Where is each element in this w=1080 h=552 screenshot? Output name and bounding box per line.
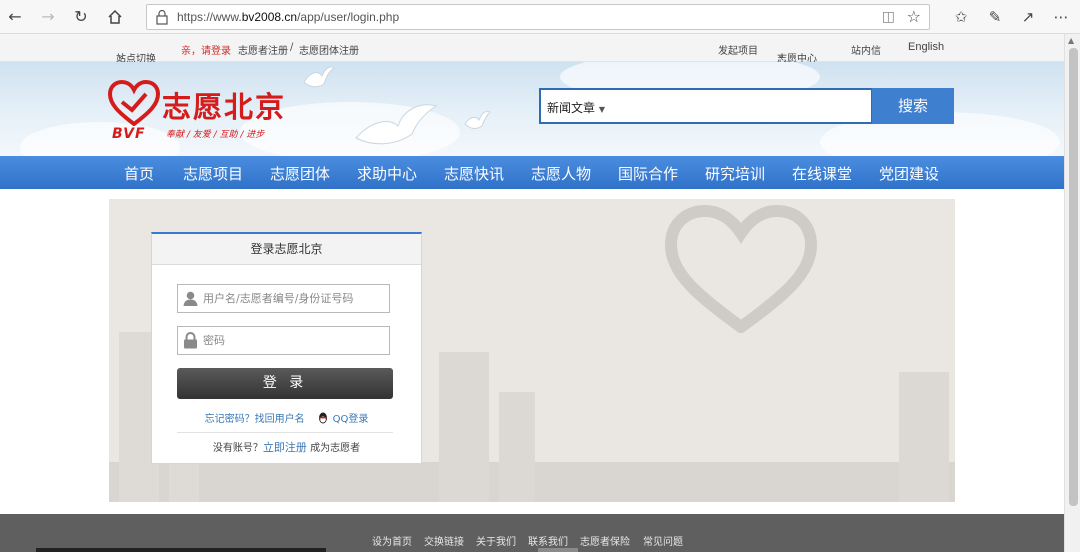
forward-icon[interactable]: → xyxy=(37,6,59,28)
search-button[interactable]: 搜索 xyxy=(872,88,954,124)
volunteer-register-link[interactable]: 志愿者注册 xyxy=(238,42,288,57)
footer-link-contact[interactable]: 联系我们 xyxy=(528,533,568,548)
logo-bvf: BVF xyxy=(112,126,146,142)
login-prompt-link[interactable]: 亲，请登录 xyxy=(181,42,231,57)
login-panel: 登录志愿北京 登 录 忘记密码？找回用户名 QQ登录 没有账号？立即注册 成为志 xyxy=(151,232,422,464)
login-content-area: 登录志愿北京 登 录 忘记密码？找回用户名 QQ登录 没有账号？立即注册 成为志 xyxy=(109,199,955,502)
nav-item-help-center[interactable]: 求助中心 xyxy=(357,163,417,184)
back-icon[interactable]: ← xyxy=(4,6,26,28)
register-prompt: 没有账号？立即注册 成为志愿者 xyxy=(212,441,361,454)
favorites-icon[interactable]: ✩ xyxy=(950,6,972,28)
address-bar[interactable]: https://www.bv2008.cn/app/user/login.php… xyxy=(146,4,930,30)
search-category-select[interactable]: 新闻文章 ▼ xyxy=(547,99,605,116)
topbar-separator: / xyxy=(290,42,294,53)
inbox-link[interactable]: 站内信 xyxy=(851,42,881,57)
lock-icon xyxy=(155,9,171,25)
search-box[interactable]: 新闻文章 ▼ xyxy=(539,88,873,124)
find-username-link[interactable]: 找回用户名 xyxy=(255,414,305,425)
password-input[interactable] xyxy=(203,330,387,351)
lock-icon xyxy=(182,332,199,349)
logo-heart-icon xyxy=(108,80,160,126)
pen-icon[interactable]: ✎ xyxy=(984,6,1006,28)
url-text: https://www.bv2008.cn/app/user/login.php xyxy=(177,10,400,24)
scroll-thumb[interactable] xyxy=(1069,48,1078,506)
login-button[interactable]: 登 录 xyxy=(177,368,393,399)
footer: 设为首页 交换链接 关于我们 联系我们 志愿者保险 常见问题 xyxy=(0,514,1064,552)
site-topbar: 站点切换 ⌄ 亲，请登录 志愿者注册 / 志愿团体注册 发起项目 志愿中心 ⌄ … xyxy=(0,34,1064,65)
login-links: 忘记密码？找回用户名 QQ登录 xyxy=(152,410,421,425)
qq-icon xyxy=(317,412,332,425)
more-icon[interactable]: ⋯ xyxy=(1050,6,1072,28)
register-now-link[interactable]: 立即注册 xyxy=(263,441,307,454)
nav-item-training[interactable]: 研究培训 xyxy=(705,163,765,184)
nav-item-international[interactable]: 国际合作 xyxy=(618,163,678,184)
divider xyxy=(177,432,393,433)
footer-link-exchange[interactable]: 交换链接 xyxy=(424,533,464,548)
dove-icon xyxy=(303,66,335,88)
nav-item-party-building[interactable]: 党团建设 xyxy=(879,163,939,184)
reader-icon[interactable]: ◫ xyxy=(882,9,895,25)
english-link[interactable]: English xyxy=(908,41,944,53)
page-scrollbar[interactable]: ▲ xyxy=(1064,34,1080,552)
favorite-star-icon[interactable]: ☆ xyxy=(907,7,921,26)
login-title: 登录志愿北京 xyxy=(152,234,421,265)
chevron-down-icon: ⌄ xyxy=(116,50,125,61)
chevron-down-icon: ⌄ xyxy=(777,50,786,61)
footer-link-faq[interactable]: 常见问题 xyxy=(643,533,683,548)
home-icon[interactable] xyxy=(104,6,126,28)
launch-project-link[interactable]: 发起项目 xyxy=(718,42,758,57)
dove-icon xyxy=(355,104,438,145)
caret-down-icon: ▼ xyxy=(598,105,605,114)
footer-link-insurance[interactable]: 志愿者保险 xyxy=(580,533,630,548)
browser-toolbar: ← → ↻ https://www.bv2008.cn/app/user/log… xyxy=(0,0,1080,34)
qq-login-link[interactable]: QQ登录 xyxy=(333,414,369,425)
nav-item-people[interactable]: 志愿人物 xyxy=(531,163,591,184)
user-icon xyxy=(182,290,199,307)
username-input[interactable] xyxy=(203,288,387,309)
refresh-icon[interactable]: ↻ xyxy=(70,6,92,28)
nav-item-online-class[interactable]: 在线课堂 xyxy=(792,163,852,184)
nav-item-projects[interactable]: 志愿项目 xyxy=(183,163,243,184)
nav-item-home[interactable]: 首页 xyxy=(124,163,154,184)
group-register-link[interactable]: 志愿团体注册 xyxy=(299,42,359,57)
main-nav: 首页 志愿项目 志愿团体 求助中心 志愿快讯 志愿人物 国际合作 研究培训 在线… xyxy=(0,156,1064,189)
scroll-up-icon[interactable]: ▲ xyxy=(1068,36,1074,45)
share-icon[interactable]: ↗ xyxy=(1017,6,1039,28)
logo-slogan: 奉献 / 友爱 / 互助 / 进步 xyxy=(166,130,265,140)
username-field[interactable] xyxy=(177,284,390,313)
password-field[interactable] xyxy=(177,326,390,355)
dove-icon xyxy=(464,110,491,129)
header-banner: 志愿北京 BVF 奉献 / 友爱 / 互助 / 进步 新闻文章 ▼ 搜索 xyxy=(0,62,1064,156)
logo-name: 志愿北京 xyxy=(162,90,287,124)
volunteers-photo xyxy=(556,229,892,499)
footer-link-homepage[interactable]: 设为首页 xyxy=(372,533,412,548)
footer-link-about[interactable]: 关于我们 xyxy=(476,533,516,548)
nav-item-groups[interactable]: 志愿团体 xyxy=(270,163,330,184)
nav-item-news[interactable]: 志愿快讯 xyxy=(444,163,504,184)
forgot-password-link[interactable]: 忘记密码？ xyxy=(205,414,255,425)
